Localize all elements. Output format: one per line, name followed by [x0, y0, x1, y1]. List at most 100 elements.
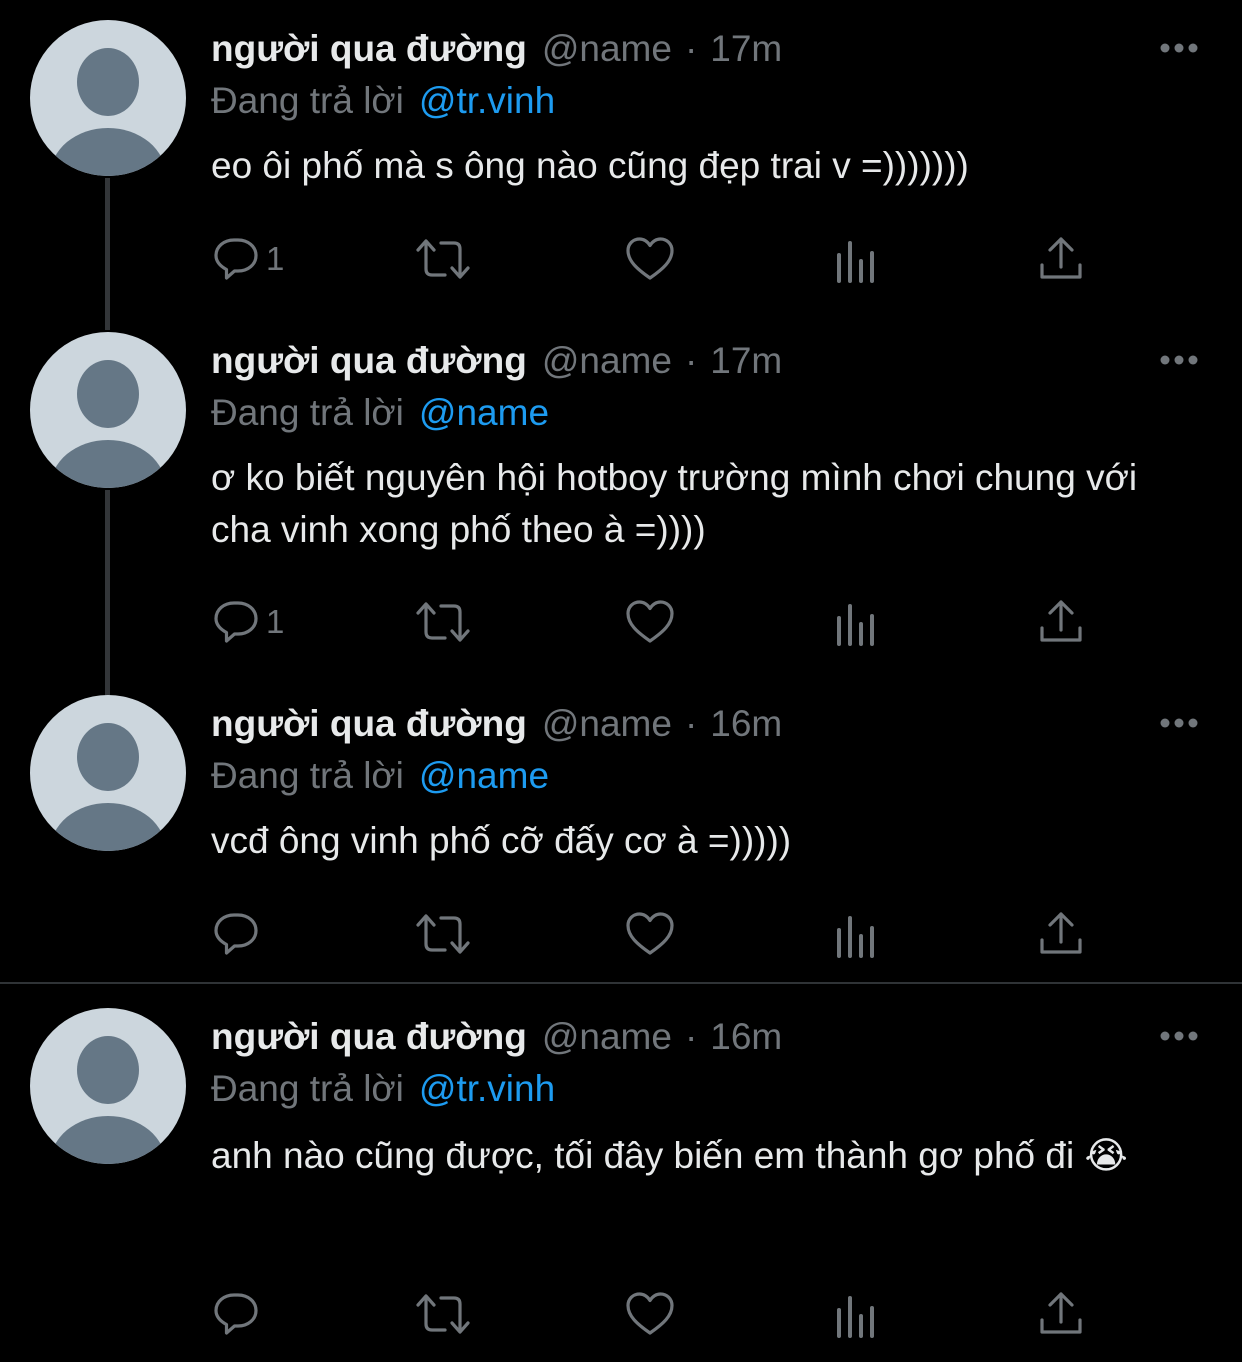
avatar[interactable] [30, 1008, 186, 1164]
handle[interactable]: @name [542, 703, 672, 745]
tweet[interactable]: người qua đường @name · 17m Đang trả lời… [0, 0, 1242, 330]
retweet-button[interactable] [415, 1284, 471, 1344]
timestamp[interactable]: 17m [710, 28, 782, 70]
tweet-header: người qua đường @name · 17m [211, 24, 782, 74]
tweet-text: ơ ko biết nguyên hội hotboy trường mình … [211, 457, 1138, 550]
replying-to-label: Đang trả lời [211, 80, 404, 121]
retweet-button[interactable] [415, 592, 471, 652]
retweet-icon [416, 914, 470, 954]
views-button[interactable] [834, 592, 878, 652]
replying-to-link[interactable]: @tr.vinh [419, 1068, 555, 1110]
heart-icon [626, 1292, 674, 1335]
more-icon [1160, 355, 1198, 365]
tweet[interactable]: người qua đường @name · 17m Đang trả lời… [0, 312, 1242, 697]
separator: · [684, 28, 698, 69]
reply-button[interactable] [212, 1284, 266, 1344]
views-icon [837, 241, 874, 283]
replying-to-link[interactable]: @tr.vinh [419, 80, 555, 122]
views-icon [837, 916, 874, 958]
share-button[interactable] [1038, 592, 1084, 652]
default-avatar-icon [50, 1036, 166, 1164]
replying-to: Đang trả lời @name [211, 751, 549, 801]
share-button[interactable] [1038, 1284, 1084, 1344]
views-icon [837, 604, 874, 646]
retweet-icon [416, 602, 470, 642]
replying-to: Đang trả lời @tr.vinh [211, 76, 555, 126]
replying-to-label: Đang trả lời [211, 755, 404, 796]
retweet-button[interactable] [415, 904, 471, 964]
like-button[interactable] [625, 1284, 675, 1344]
tweet-header: người qua đường @name · 16m [211, 1012, 782, 1062]
default-avatar-icon [50, 360, 166, 488]
avatar[interactable] [30, 695, 186, 851]
tweet[interactable]: người qua đường @name · 16m Đang trả lời… [0, 675, 1242, 982]
retweet-icon [416, 1294, 470, 1334]
tweet-text: vcđ ông vinh phố cỡ đấy cơ à =))))) [211, 820, 792, 861]
reply-button[interactable] [212, 904, 266, 964]
reply-button[interactable]: 1 [212, 592, 284, 652]
handle[interactable]: @name [542, 340, 672, 382]
display-name[interactable]: người qua đường [211, 703, 527, 745]
share-icon [1040, 1292, 1082, 1334]
tweet[interactable]: người qua đường @name · 16m Đang trả lời… [0, 988, 1242, 1362]
replying-to-label: Đang trả lời [211, 392, 404, 433]
share-button[interactable] [1038, 229, 1084, 289]
separator: · [684, 1016, 698, 1057]
share-button[interactable] [1038, 904, 1084, 964]
like-button[interactable] [625, 904, 675, 964]
share-icon [1040, 600, 1082, 642]
retweet-icon [416, 239, 470, 279]
views-button[interactable] [834, 1284, 878, 1344]
default-avatar-icon [50, 48, 166, 176]
replying-to: Đang trả lời @tr.vinh [211, 1064, 555, 1114]
tweet-header: người qua đường @name · 17m [211, 336, 782, 386]
tweet-text: anh nào cũng được, tối đây biến em thành… [211, 1135, 1128, 1176]
handle[interactable]: @name [542, 28, 672, 70]
separator: · [684, 703, 698, 744]
views-button[interactable] [834, 904, 878, 964]
more-icon [1160, 718, 1198, 728]
share-icon [1040, 237, 1082, 279]
like-button[interactable] [625, 229, 675, 289]
default-avatar-icon [50, 723, 166, 851]
separator: · [684, 340, 698, 381]
heart-icon [626, 600, 674, 643]
handle[interactable]: @name [542, 1016, 672, 1058]
action-bar [0, 904, 1242, 964]
more-icon [1160, 1031, 1198, 1041]
more-button[interactable] [1158, 38, 1200, 58]
action-bar: 1 [0, 592, 1242, 652]
more-button[interactable] [1158, 713, 1200, 733]
tweet-header: người qua đường @name · 16m [211, 699, 782, 749]
views-icon [837, 1296, 874, 1338]
display-name[interactable]: người qua đường [211, 340, 527, 382]
timestamp[interactable]: 16m [710, 1016, 782, 1058]
more-button[interactable] [1158, 1026, 1200, 1046]
replying-to-link[interactable]: @name [419, 392, 549, 434]
replying-to-label: Đang trả lời [211, 1068, 404, 1109]
action-bar [0, 1284, 1242, 1344]
display-name[interactable]: người qua đường [211, 1016, 527, 1058]
reply-icon [214, 238, 258, 280]
heart-icon [626, 912, 674, 955]
heart-icon [626, 237, 674, 280]
action-bar: 1 [0, 229, 1242, 289]
reply-count: 1 [266, 240, 285, 277]
tweet-text: eo ôi phố mà s ông nào cũng đẹp trai v =… [211, 145, 969, 186]
more-icon [1160, 43, 1198, 53]
reply-icon [214, 601, 258, 643]
display-name[interactable]: người qua đường [211, 28, 527, 70]
replying-to: Đang trả lời @name [211, 388, 549, 438]
avatar[interactable] [30, 332, 186, 488]
replying-to-link[interactable]: @name [419, 755, 549, 797]
reply-icon [214, 1293, 258, 1335]
avatar[interactable] [30, 20, 186, 176]
views-button[interactable] [834, 229, 878, 289]
retweet-button[interactable] [415, 229, 471, 289]
like-button[interactable] [625, 592, 675, 652]
more-button[interactable] [1158, 350, 1200, 370]
timestamp[interactable]: 16m [710, 703, 782, 745]
reply-button[interactable]: 1 [212, 229, 284, 289]
timestamp[interactable]: 17m [710, 340, 782, 382]
share-icon [1040, 912, 1082, 954]
